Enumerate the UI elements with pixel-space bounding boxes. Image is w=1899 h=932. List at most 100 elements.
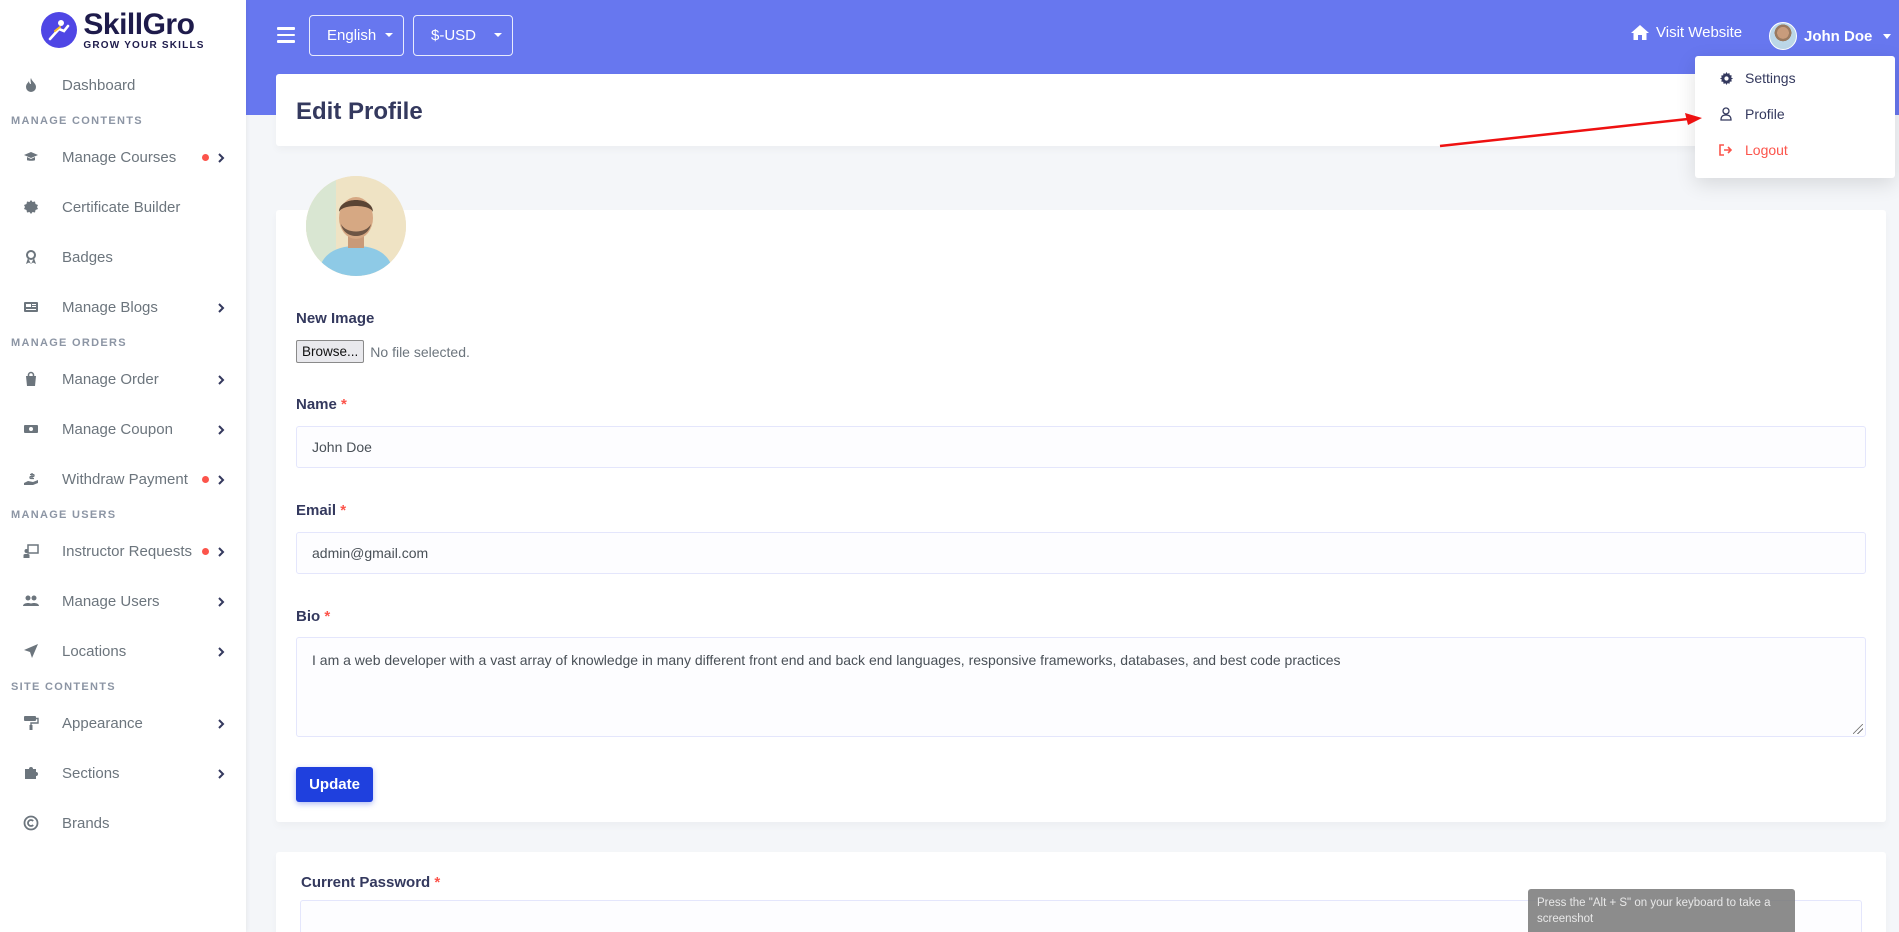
sidebar-item-manage-blogs[interactable]: Manage Blogs [0,282,246,332]
chalkboard-teacher-icon [22,542,40,560]
required-mark: * [434,874,441,891]
sidebar-section-site-contents: SITE CONTENTS [11,681,116,693]
visit-website-label: Visit Website [1656,24,1743,41]
menu-toggle-icon[interactable] [277,27,295,43]
chevron-right-icon[interactable] [215,717,227,729]
sidebar-item-manage-courses[interactable]: Manage Courses [0,132,246,182]
dropdown-item-profile[interactable]: Profile [1695,96,1895,132]
sidebar: SkillGro GROW YOUR SKILLS Dashboard MANAG… [0,0,246,932]
dropdown-item-settings[interactable]: Settings [1695,60,1895,96]
sidebar-section-manage-contents: MANAGE CONTENTS [11,115,143,127]
avatar [1769,22,1797,50]
brand-name: SkillGro [83,7,195,41]
chevron-right-icon[interactable] [215,473,227,485]
sidebar-item-manage-order[interactable]: Manage Order [0,354,246,404]
hand-holding-usd-icon [22,470,40,488]
chevron-down-icon [494,33,502,37]
sidebar-item-manage-users[interactable]: Manage Users [0,576,246,626]
notification-dot [202,475,209,483]
bio-label-text: Bio [296,608,321,625]
sidebar-item-brands[interactable]: Brands [0,798,246,848]
chevron-right-icon[interactable] [215,545,227,557]
brand-tagline: GROW YOUR SKILLS [83,39,205,51]
sidebar-item-label: Locations [62,642,127,660]
chevron-right-icon[interactable] [215,373,227,385]
chevron-right-icon[interactable] [215,423,227,435]
screenshot-tooltip: Press the "Alt + S" on your keyboard to … [1528,889,1795,932]
file-input[interactable]: Browse... No file selected. [296,340,470,363]
visit-website-link[interactable]: Visit Website [1630,24,1742,41]
no-file-text: No file selected. [370,343,470,360]
update-button[interactable]: Update [296,767,373,802]
dropdown-profile-label: Profile [1745,106,1785,122]
bio-textarea[interactable]: I am a web developer with a vast array o… [296,637,1866,737]
required-mark: * [341,396,347,413]
users-icon [22,592,40,610]
dropdown-logout-label: Logout [1745,142,1788,158]
resize-handle-icon[interactable] [1853,724,1863,734]
dropdown-settings-label: Settings [1745,70,1796,86]
page-title: Edit Profile [296,98,423,125]
money-bill-icon [22,420,40,438]
user-icon [1719,107,1733,121]
graduation-cap-icon [22,148,40,166]
sidebar-item-certificate-builder[interactable]: Certificate Builder [0,182,246,232]
shopping-bag-icon [22,370,40,388]
sidebar-item-locations[interactable]: Locations [0,626,246,676]
notification-dot [202,153,209,161]
bio-text: I am a web developer with a vast array o… [312,652,1341,668]
current-password-label: Current Password * [301,874,440,891]
chevron-right-icon[interactable] [215,767,227,779]
sidebar-item-dashboard[interactable]: Dashboard [0,60,246,110]
sidebar-item-label: Appearance [62,714,143,732]
email-label-text: Email [296,502,337,519]
user-menu-toggle[interactable]: John Doe [1769,22,1892,50]
sidebar-item-label: Instructor Requests [62,542,193,560]
sidebar-item-label: Withdraw Payment [62,470,188,488]
language-select[interactable]: English [309,15,404,56]
sidebar-item-label: Manage Users [62,592,160,610]
sidebar-item-withdraw-payment[interactable]: Withdraw Payment [0,454,246,504]
sidebar-item-label: Manage Coupon [62,420,173,438]
chevron-right-icon[interactable] [215,595,227,607]
new-image-label: New Image [296,310,375,327]
chevron-right-icon[interactable] [215,301,227,313]
chevron-right-icon[interactable] [215,151,227,163]
sidebar-item-badges[interactable]: Badges [0,232,246,282]
newspaper-icon [22,298,40,316]
email-input[interactable]: admin@gmail.com [296,532,1866,574]
user-dropdown-menu: Settings Profile Logout [1695,56,1895,178]
home-icon [1631,25,1649,40]
sidebar-section-manage-orders: MANAGE ORDERS [11,337,127,349]
chevron-right-icon[interactable] [215,645,227,657]
bio-label: Bio * [296,608,330,625]
puzzle-piece-icon [22,764,40,782]
sidebar-item-instructor-requests[interactable]: Instructor Requests [0,526,246,576]
sidebar-item-sections[interactable]: Sections [0,748,246,798]
sidebar-item-label: Manage Courses [62,148,177,166]
user-name: John Doe [1804,27,1873,45]
sidebar-item-manage-coupon[interactable]: Manage Coupon [0,404,246,454]
location-arrow-icon [22,642,40,660]
sidebar-item-appearance[interactable]: Appearance [0,698,246,748]
sidebar-item-label: Manage Order [62,370,159,388]
currency-select-value: $-USD [431,27,477,44]
sidebar-item-label: Dashboard [62,76,136,94]
certificate-icon [22,198,40,216]
currency-select[interactable]: $-USD [413,15,513,56]
name-input[interactable]: John Doe [296,426,1866,468]
current-password-label-text: Current Password [301,874,431,891]
paint-roller-icon [22,714,40,732]
award-icon [22,248,40,266]
required-mark: * [340,502,347,519]
annotation-arrow [1439,113,1702,148]
browse-button[interactable]: Browse... [296,340,365,363]
sidebar-item-label: Brands [62,814,110,832]
email-label: Email * [296,502,346,519]
caret-down-icon [1883,33,1892,39]
brand-logo[interactable]: SkillGro GROW YOUR SKILLS [0,0,246,60]
gear-icon [1719,71,1733,85]
language-select-value: English [327,27,377,44]
dropdown-item-logout[interactable]: Logout [1695,132,1895,168]
fire-icon [22,76,40,94]
